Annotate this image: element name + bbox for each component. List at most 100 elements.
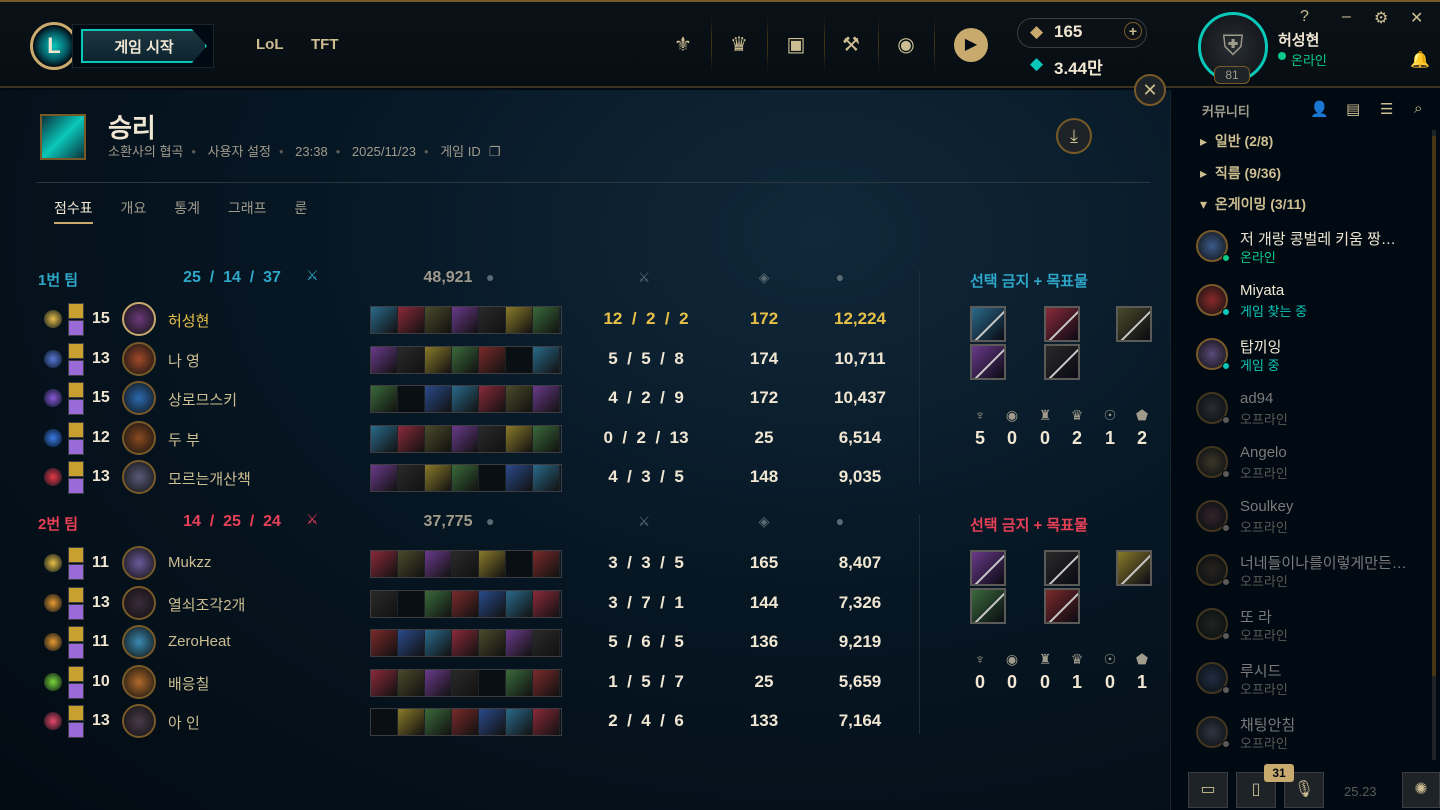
item-slot[interactable]	[506, 307, 533, 333]
item-slot[interactable]	[479, 425, 506, 452]
champion-portrait[interactable]	[122, 585, 156, 620]
champion-portrait[interactable]	[122, 460, 156, 494]
loot-icon[interactable]: ⚒	[836, 30, 866, 60]
player-row[interactable]: 10 배응칠 1 / 5 / 7 25 5,659	[40, 664, 920, 701]
item-slot[interactable]	[506, 425, 533, 452]
item-slot[interactable]	[398, 346, 425, 373]
play-button-frame[interactable]: 게임 시작	[72, 24, 214, 68]
item-slot[interactable]	[371, 669, 398, 696]
friend-item[interactable]: 루시드 오프라인	[1196, 660, 1426, 704]
item-slot[interactable]	[452, 551, 479, 577]
friend-group-ongaming[interactable]: ▾ 온게이밍 (3/11)	[1200, 194, 1306, 214]
item-slot[interactable]	[398, 669, 425, 696]
item-slot[interactable]	[452, 709, 479, 735]
item-slot[interactable]	[533, 386, 560, 412]
bug-report-icon[interactable]: ✺	[1402, 772, 1440, 808]
nav-lol[interactable]: LoL	[256, 36, 284, 53]
player-name[interactable]: 나 영	[168, 350, 200, 371]
tab-stats[interactable]: 통계	[174, 200, 200, 216]
player-name[interactable]: 아 인	[168, 712, 200, 733]
league-logo[interactable]: L	[30, 22, 78, 70]
item-slot[interactable]	[506, 590, 533, 617]
item-slot[interactable]	[452, 669, 479, 696]
search-icon[interactable]: ⌕	[1414, 100, 1422, 117]
minimize-icon[interactable]: –	[1342, 8, 1351, 26]
item-slot[interactable]	[533, 551, 560, 577]
item-slot[interactable]	[506, 630, 533, 656]
item-slot[interactable]	[425, 669, 452, 696]
tab-scoreboard[interactable]: 점수표	[54, 200, 93, 224]
item-slot[interactable]	[479, 669, 506, 696]
banned-champion[interactable]	[970, 588, 1006, 624]
event-pass-icon[interactable]: ▶	[954, 28, 988, 62]
banned-champion[interactable]	[970, 344, 1006, 380]
player-row[interactable]: 13 열쇠조각2개 3 / 7 / 1 144 7,326	[40, 585, 920, 622]
player-row[interactable]: 11 Mukzz 3 / 3 / 5 165 8,407	[40, 546, 920, 582]
copy-icon[interactable]: ❐	[489, 144, 501, 159]
item-slot[interactable]	[452, 590, 479, 617]
player-name[interactable]: 두 부	[168, 429, 200, 450]
collection-icon[interactable]: ▣	[781, 30, 811, 60]
profile-name[interactable]: 허성현	[1278, 29, 1319, 50]
champion-portrait[interactable]	[122, 381, 156, 415]
help-icon[interactable]: ?	[1300, 8, 1309, 26]
add-rp-icon[interactable]: +	[1124, 22, 1142, 40]
profile-status[interactable]: 온라인	[1291, 50, 1327, 69]
item-slot[interactable]	[479, 551, 506, 577]
tab-overview[interactable]: 개요	[121, 200, 147, 216]
player-row[interactable]: 15 상로므스키 4 / 2 / 9 172 10,437	[40, 381, 920, 417]
tab-graph[interactable]: 그래프	[228, 200, 267, 216]
banned-champion[interactable]	[1116, 306, 1152, 342]
item-slot[interactable]	[398, 551, 425, 577]
add-folder-icon[interactable]: ▤	[1346, 100, 1360, 118]
champion-portrait[interactable]	[122, 664, 156, 699]
play-button[interactable]: 게임 시작	[81, 29, 207, 63]
close-match-button[interactable]: ✕	[1134, 74, 1166, 106]
item-slot[interactable]	[452, 465, 479, 491]
player-row[interactable]: 13 모르는개산책 4 / 3 / 5 148 9,035	[40, 460, 920, 496]
store-icon[interactable]: ◉	[891, 30, 921, 60]
item-slot[interactable]	[452, 630, 479, 656]
item-slot[interactable]	[452, 346, 479, 373]
item-slot[interactable]	[479, 630, 506, 656]
item-slot[interactable]	[425, 386, 452, 412]
item-slot[interactable]	[371, 630, 398, 656]
item-slot[interactable]	[506, 346, 533, 373]
add-friend-icon[interactable]: 👤	[1310, 100, 1329, 118]
friend-group-general[interactable]: ▸ 일반 (2/8)	[1200, 131, 1273, 151]
item-slot[interactable]	[371, 465, 398, 491]
item-slot[interactable]	[398, 465, 425, 491]
banned-champion[interactable]	[1044, 550, 1080, 586]
item-slot[interactable]	[533, 465, 560, 491]
friend-item[interactable]: Miyata 게임 찾는 중	[1196, 282, 1426, 326]
item-slot[interactable]	[479, 346, 506, 373]
player-name[interactable]: 모르는개산책	[168, 468, 251, 489]
nav-tft[interactable]: TFT	[311, 36, 339, 53]
item-slot[interactable]	[479, 709, 506, 735]
item-slot[interactable]	[371, 709, 398, 735]
item-slot[interactable]	[425, 307, 452, 333]
item-slot[interactable]	[425, 630, 452, 656]
item-slot[interactable]	[506, 709, 533, 735]
item-slot[interactable]	[371, 425, 398, 452]
friend-item[interactable]: Angelo 오프라인	[1196, 444, 1426, 488]
item-slot[interactable]	[533, 346, 560, 373]
player-name[interactable]: 배응칠	[168, 673, 209, 694]
download-replay-button[interactable]: ⤓	[1056, 118, 1092, 154]
player-row[interactable]: 15 허성현 12 / 2 / 2 172 12,224	[40, 302, 920, 338]
worlds-icon[interactable]: ⚜	[668, 30, 698, 60]
item-slot[interactable]	[425, 425, 452, 452]
item-slot[interactable]	[398, 709, 425, 735]
friend-item[interactable]: Soulkey 오프라인	[1196, 498, 1426, 542]
friend-item[interactable]: 탑끼잉 게임 중	[1196, 336, 1426, 380]
player-name[interactable]: 열쇠조각2개	[168, 594, 245, 615]
item-slot[interactable]	[398, 307, 425, 333]
item-slot[interactable]	[452, 386, 479, 412]
item-slot[interactable]	[425, 709, 452, 735]
item-slot[interactable]	[371, 346, 398, 373]
list-view-icon[interactable]: ☰	[1380, 100, 1393, 118]
item-slot[interactable]	[398, 630, 425, 656]
champion-portrait[interactable]	[122, 302, 156, 336]
item-slot[interactable]	[533, 709, 560, 735]
item-slot[interactable]	[506, 386, 533, 412]
